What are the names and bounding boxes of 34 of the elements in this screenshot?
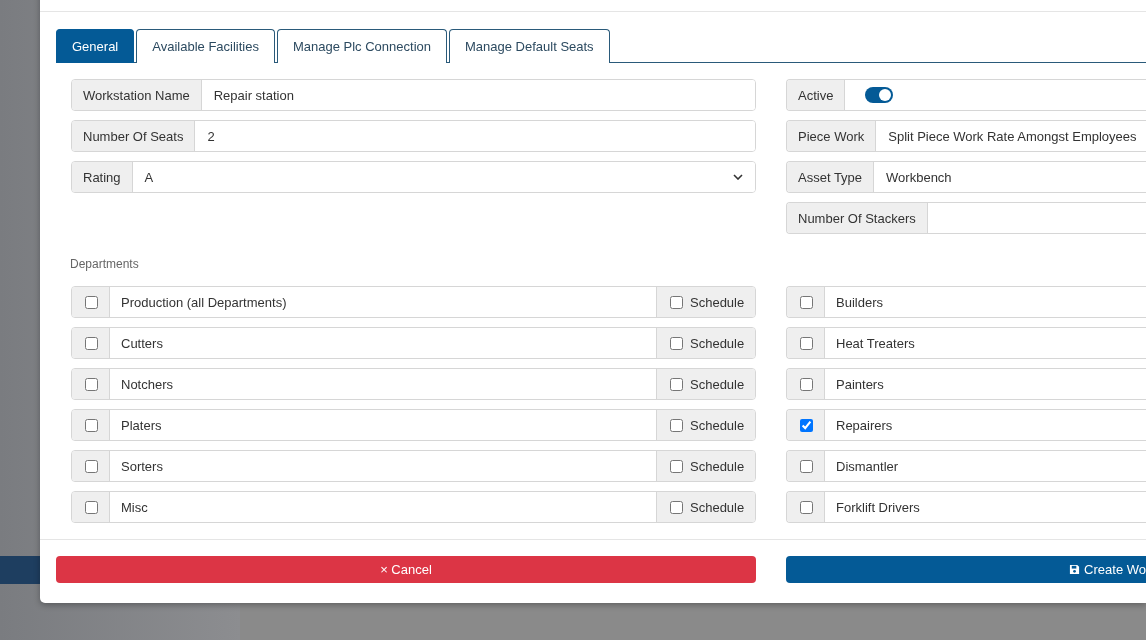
create-button[interactable]: Create Wo — [786, 556, 1146, 583]
toggle-switch[interactable] — [865, 87, 894, 103]
checkbox[interactable] — [84, 295, 98, 309]
checkbox[interactable] — [670, 418, 683, 432]
checkbox[interactable] — [799, 336, 813, 350]
schedule-option[interactable]: Schedule — [656, 369, 755, 399]
checkbox[interactable] — [84, 336, 98, 350]
checkbox[interactable] — [799, 418, 813, 432]
checkbox[interactable] — [670, 336, 683, 350]
save-icon — [1069, 564, 1081, 575]
checkbox[interactable] — [84, 459, 98, 473]
checkbox[interactable] — [799, 459, 813, 473]
checkbox[interactable] — [670, 377, 683, 391]
cancel-button[interactable]: × Cancel — [56, 556, 756, 583]
schedule-option[interactable]: Schedule — [656, 451, 755, 481]
checkbox[interactable] — [84, 418, 98, 432]
checkbox[interactable] — [670, 295, 683, 309]
schedule-option[interactable]: Schedule — [656, 492, 755, 522]
schedule-option[interactable]: Schedule — [656, 328, 755, 358]
checkbox[interactable] — [670, 459, 683, 473]
section-label: Departments — [70, 257, 139, 271]
checkbox[interactable] — [799, 377, 813, 391]
field-label: Active — [787, 80, 846, 110]
checkbox[interactable] — [799, 500, 813, 514]
checkbox[interactable] — [84, 377, 98, 391]
schedule-option[interactable]: Schedule — [656, 410, 755, 440]
tab[interactable]: Available Facilities — [136, 29, 275, 63]
checkbox[interactable] — [670, 500, 683, 514]
checkbox[interactable] — [84, 500, 98, 514]
tab[interactable]: General — [56, 29, 135, 63]
tab[interactable]: Manage Default Seats — [449, 29, 610, 63]
schedule-option[interactable]: Schedule — [656, 287, 755, 317]
checkbox[interactable] — [799, 295, 813, 309]
tab[interactable]: Manage Plc Connection — [276, 29, 447, 63]
